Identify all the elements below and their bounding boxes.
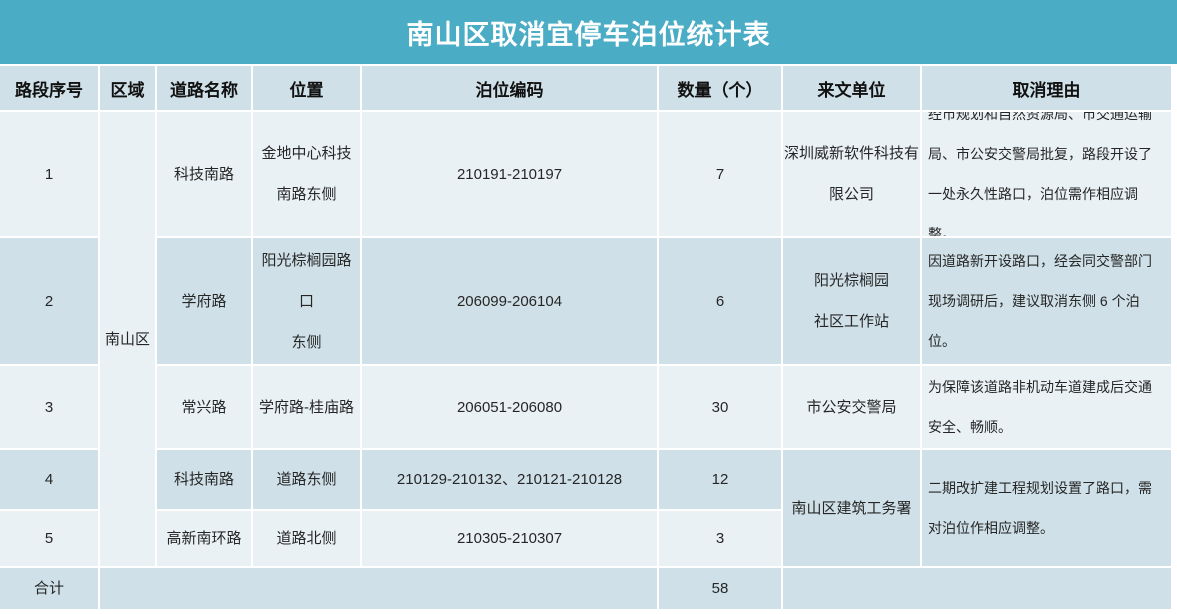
- cell-r1-codes: 210191-210197: [362, 112, 657, 236]
- cell-r4-road: 科技南路: [157, 450, 251, 509]
- cell-r3-seq: 3: [0, 366, 98, 448]
- col-header-qty: 数量（个）: [659, 66, 781, 110]
- col-header-road: 道路名称: [157, 66, 251, 110]
- col-header-unit: 来文单位: [783, 66, 920, 110]
- col-header-codes: 泊位编码: [362, 66, 657, 110]
- cell-r1-seq: 1: [0, 112, 98, 236]
- cell-r1-location: 金地中心科技 南路东侧: [253, 112, 360, 236]
- cell-r1-unit: 深圳威新软件科技有 限公司: [783, 112, 920, 236]
- cell-r2-reason: 因道路新开设路口，经会同交警部门现场调研后，建议取消东侧 6 个泊位。: [922, 238, 1171, 364]
- total-label: 合计: [0, 568, 98, 609]
- cell-r2-codes: 206099-206104: [362, 238, 657, 364]
- cell-r4-qty: 12: [659, 450, 781, 509]
- cell-r4-codes: 210129-210132、210121-210128: [362, 450, 657, 509]
- cell-r4r5-reason-merged: 二期改扩建工程规划设置了路口，需对泊位作相应调整。: [922, 450, 1171, 566]
- cell-r5-location: 道路北侧: [253, 511, 360, 566]
- cell-r1-road: 科技南路: [157, 112, 251, 236]
- cell-r1-reason: 经市规划和自然资源局、市交通运输局、市公安交警局批复，路段开设了一处永久性路口，…: [922, 112, 1171, 236]
- table-title-bar: 南山区取消宜停车泊位统计表: [0, 0, 1177, 64]
- cell-r2-unit: 阳光棕榈园 社区工作站: [783, 238, 920, 364]
- total-spacer-right: [783, 568, 1171, 609]
- parking-stats-table: 路段序号 区域 道路名称 位置 泊位编码 数量（个） 来文单位 取消理由 1 南…: [0, 66, 1171, 609]
- cell-r4-seq: 4: [0, 450, 98, 509]
- col-header-seq: 路段序号: [0, 66, 98, 110]
- cell-r5-road: 高新南环路: [157, 511, 251, 566]
- cell-r3-location: 学府路-桂庙路: [253, 366, 360, 448]
- cell-r4r5-unit-merged: 南山区建筑工务署: [783, 450, 920, 566]
- total-qty: 58: [659, 568, 781, 609]
- cell-region-merged: 南山区: [100, 112, 155, 566]
- col-header-region: 区域: [100, 66, 155, 110]
- cell-r3-unit: 市公安交警局: [783, 366, 920, 448]
- cell-r5-seq: 5: [0, 511, 98, 566]
- cell-r3-reason: 为保障该道路非机动车道建成后交通安全、畅顺。: [922, 366, 1171, 448]
- col-header-reason: 取消理由: [922, 66, 1171, 110]
- cell-r2-road: 学府路: [157, 238, 251, 364]
- cell-r3-codes: 206051-206080: [362, 366, 657, 448]
- cell-r5-codes: 210305-210307: [362, 511, 657, 566]
- cell-r3-qty: 30: [659, 366, 781, 448]
- col-header-location: 位置: [253, 66, 360, 110]
- cell-r4-location: 道路东侧: [253, 450, 360, 509]
- cell-r2-qty: 6: [659, 238, 781, 364]
- cell-r2-location: 阳光棕榈园路 口 东侧: [253, 238, 360, 364]
- page-title: 南山区取消宜停车泊位统计表: [407, 13, 771, 52]
- cell-r1-qty: 7: [659, 112, 781, 236]
- cell-r2-seq: 2: [0, 238, 98, 364]
- total-spacer-mid: [100, 568, 657, 609]
- cell-r3-road: 常兴路: [157, 366, 251, 448]
- cell-r5-qty: 3: [659, 511, 781, 566]
